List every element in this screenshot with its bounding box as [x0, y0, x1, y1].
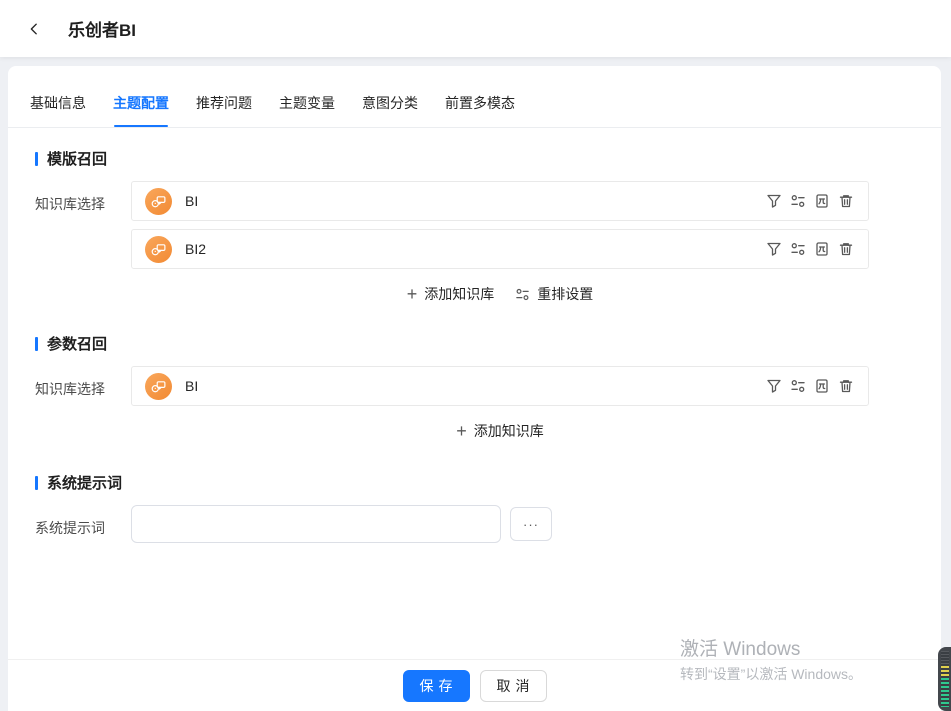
filter-icon[interactable]	[766, 378, 782, 394]
tab-theme-config[interactable]: 主题配置	[113, 93, 169, 127]
kb-name: BI	[185, 193, 766, 209]
kb-row-bi: BI	[131, 181, 869, 221]
document-icon[interactable]	[814, 241, 830, 257]
kb-select-label: 知识库选择	[35, 181, 131, 311]
tab-panel-theme-config: 模版召回 知识库选择 BI	[8, 128, 941, 659]
plus-icon: +	[407, 285, 418, 303]
knowledge-base-icon	[145, 373, 172, 400]
tab-theme-variables[interactable]: 主题变量	[279, 93, 335, 127]
filter-icon[interactable]	[766, 193, 782, 209]
kb-select-label: 知识库选择	[35, 366, 131, 448]
kb-name: BI	[185, 378, 766, 394]
sliders-icon[interactable]	[790, 193, 806, 209]
widget-yellow-band	[941, 666, 949, 678]
sliders-icon[interactable]	[790, 378, 806, 394]
section-marker	[35, 152, 38, 166]
tab-intent-classify[interactable]: 意图分类	[362, 93, 418, 127]
knowledge-base-icon	[145, 236, 172, 263]
tab-basic-info[interactable]: 基础信息	[30, 93, 86, 127]
section-marker	[35, 337, 38, 351]
knowledge-base-icon	[145, 188, 172, 215]
sliders-icon[interactable]	[790, 241, 806, 257]
trash-icon[interactable]	[838, 193, 854, 209]
system-prompt-input[interactable]	[131, 505, 501, 543]
system-prompt-label: 系统提示词	[35, 505, 131, 543]
config-card: 基础信息 主题配置 推荐问题 主题变量 意图分类 前置多模态 模版召回 知识库选…	[8, 66, 941, 711]
page-title: 乐创者BI	[68, 16, 136, 41]
tab-recommend-questions[interactable]: 推荐问题	[196, 93, 252, 127]
section-title-template-recall: 模版召回	[35, 148, 941, 169]
section-title-system-prompt: 系统提示词	[35, 472, 941, 493]
edge-equalizer-widget[interactable]	[938, 647, 951, 711]
form-footer: 保存 取消	[8, 659, 941, 711]
plus-icon: +	[456, 422, 467, 440]
add-knowledge-base-button[interactable]: + 添加知识库	[407, 284, 495, 304]
section-marker	[35, 476, 38, 490]
kb-row-bi2: BI2	[131, 229, 869, 269]
save-button[interactable]: 保存	[403, 670, 470, 702]
tab-bar: 基础信息 主题配置 推荐问题 主题变量 意图分类 前置多模态	[8, 66, 941, 128]
document-icon[interactable]	[814, 193, 830, 209]
tab-pre-multimodal[interactable]: 前置多模态	[445, 93, 515, 127]
more-button[interactable]: ···	[510, 507, 552, 541]
section-title-param-recall: 参数召回	[35, 333, 941, 354]
back-icon[interactable]	[22, 17, 46, 41]
widget-dark-band	[941, 651, 949, 666]
top-bar: 乐创者BI	[0, 0, 951, 57]
kb-row-bi: BI	[131, 366, 869, 406]
kb-name: BI2	[185, 241, 766, 257]
trash-icon[interactable]	[838, 241, 854, 257]
add-knowledge-base-button[interactable]: + 添加知识库	[456, 421, 544, 441]
document-icon[interactable]	[814, 378, 830, 394]
rerank-settings-button[interactable]: 重排设置	[514, 284, 593, 304]
widget-green-band	[941, 678, 949, 707]
filter-icon[interactable]	[766, 241, 782, 257]
trash-icon[interactable]	[838, 378, 854, 394]
cancel-button[interactable]: 取消	[480, 670, 547, 702]
sliders-icon	[514, 286, 530, 302]
